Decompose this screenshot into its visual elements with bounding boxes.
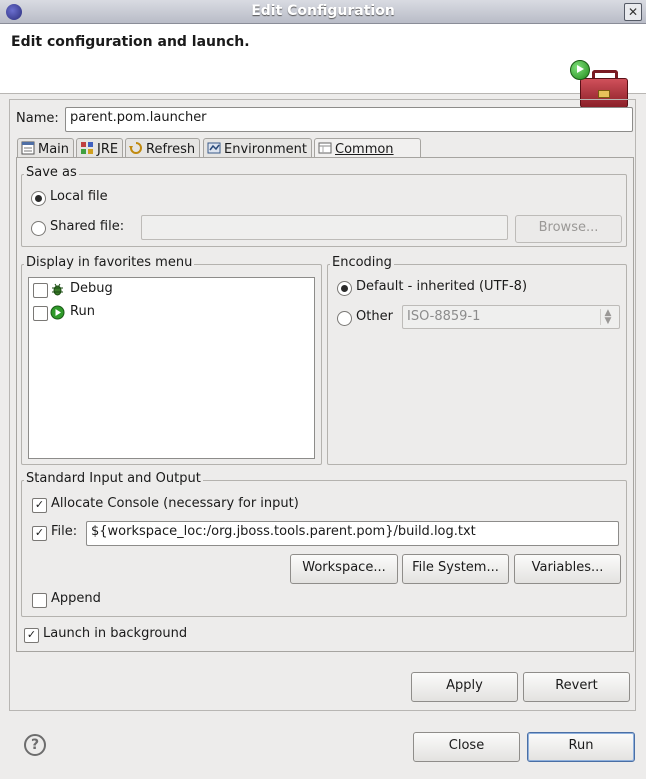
browse-button[interactable]: Browse... — [515, 215, 622, 243]
file-output-value: ${workspace_loc:/org.jboss.tools.parent.… — [91, 524, 476, 539]
debug-icon — [52, 283, 63, 296]
encoding-title: Encoding — [330, 255, 394, 270]
tab-common-label: Common — [335, 142, 394, 157]
refresh-tab-icon — [129, 142, 142, 154]
encoding-group — [327, 264, 627, 465]
tab-jre-label: JRE — [97, 142, 119, 157]
append-checkbox[interactable] — [32, 593, 47, 608]
tab-refresh-label: Refresh — [146, 142, 196, 157]
encoding-select-value: ISO-8859-1 — [407, 309, 481, 324]
other-encoding-radio[interactable] — [337, 311, 352, 326]
allocate-console-checkbox[interactable]: ✓ — [32, 498, 47, 513]
title-bar: Edit Configuration ✕ — [0, 0, 646, 24]
file-system-button[interactable]: File System... — [402, 554, 509, 584]
local-file-label: Local file — [50, 189, 108, 204]
shared-file-input[interactable] — [141, 215, 508, 240]
file-output-label: File: — [51, 524, 78, 539]
other-encoding-label: Other — [356, 309, 393, 324]
tab-environment-label: Environment — [224, 142, 308, 157]
debug-label: Debug — [70, 281, 113, 296]
variables-button[interactable]: Variables... — [514, 554, 621, 584]
default-encoding-radio[interactable] — [337, 281, 352, 296]
shared-file-radio[interactable] — [31, 221, 46, 236]
run-checkbox[interactable] — [33, 306, 48, 321]
name-label: Name: — [16, 111, 59, 126]
name-input-value: parent.pom.launcher — [70, 110, 207, 125]
tab-main-label: Main — [38, 142, 70, 157]
launch-background-checkbox[interactable]: ✓ — [24, 628, 39, 643]
window-title: Edit Configuration — [251, 3, 395, 19]
run-label: Run — [70, 304, 95, 319]
shared-file-label: Shared file: — [50, 219, 125, 234]
run-icon — [50, 305, 65, 320]
main-tab-icon — [21, 141, 35, 155]
common-tab-icon — [318, 142, 332, 154]
allocate-console-label: Allocate Console (necessary for input) — [51, 496, 299, 511]
play-badge-icon — [570, 60, 590, 80]
favorites-title: Display in favorites menu — [24, 255, 195, 270]
debug-checkbox[interactable] — [33, 283, 48, 298]
default-encoding-label: Default - inherited (UTF-8) — [356, 279, 528, 294]
std-io-title: Standard Input and Output — [24, 471, 203, 486]
select-arrows-icon: ▲ ▼ — [600, 309, 615, 326]
file-output-checkbox[interactable]: ✓ — [32, 526, 47, 541]
launch-background-label: Launch in background — [43, 626, 188, 641]
revert-button[interactable]: Revert — [523, 672, 630, 702]
append-label: Append — [51, 591, 101, 606]
save-as-title: Save as — [24, 165, 79, 180]
environment-tab-icon — [207, 142, 221, 154]
file-output-input[interactable]: ${workspace_loc:/org.jboss.tools.parent.… — [86, 521, 619, 546]
help-icon[interactable]: ? — [24, 734, 46, 756]
workspace-button[interactable]: Workspace... — [290, 554, 398, 584]
close-button[interactable]: Close — [413, 732, 520, 762]
run-button[interactable]: Run — [527, 732, 635, 762]
jre-tab-icon — [81, 142, 93, 154]
apply-button[interactable]: Apply — [411, 672, 518, 702]
encoding-select[interactable]: ISO-8859-1 ▲ ▼ — [402, 305, 620, 329]
name-input[interactable]: parent.pom.launcher — [65, 107, 633, 132]
local-file-radio[interactable] — [31, 191, 46, 206]
banner-heading: Edit configuration and launch. — [11, 34, 250, 50]
dialog-banner: Edit configuration and launch. — [0, 24, 646, 108]
close-window-icon[interactable]: ✕ — [624, 3, 642, 21]
